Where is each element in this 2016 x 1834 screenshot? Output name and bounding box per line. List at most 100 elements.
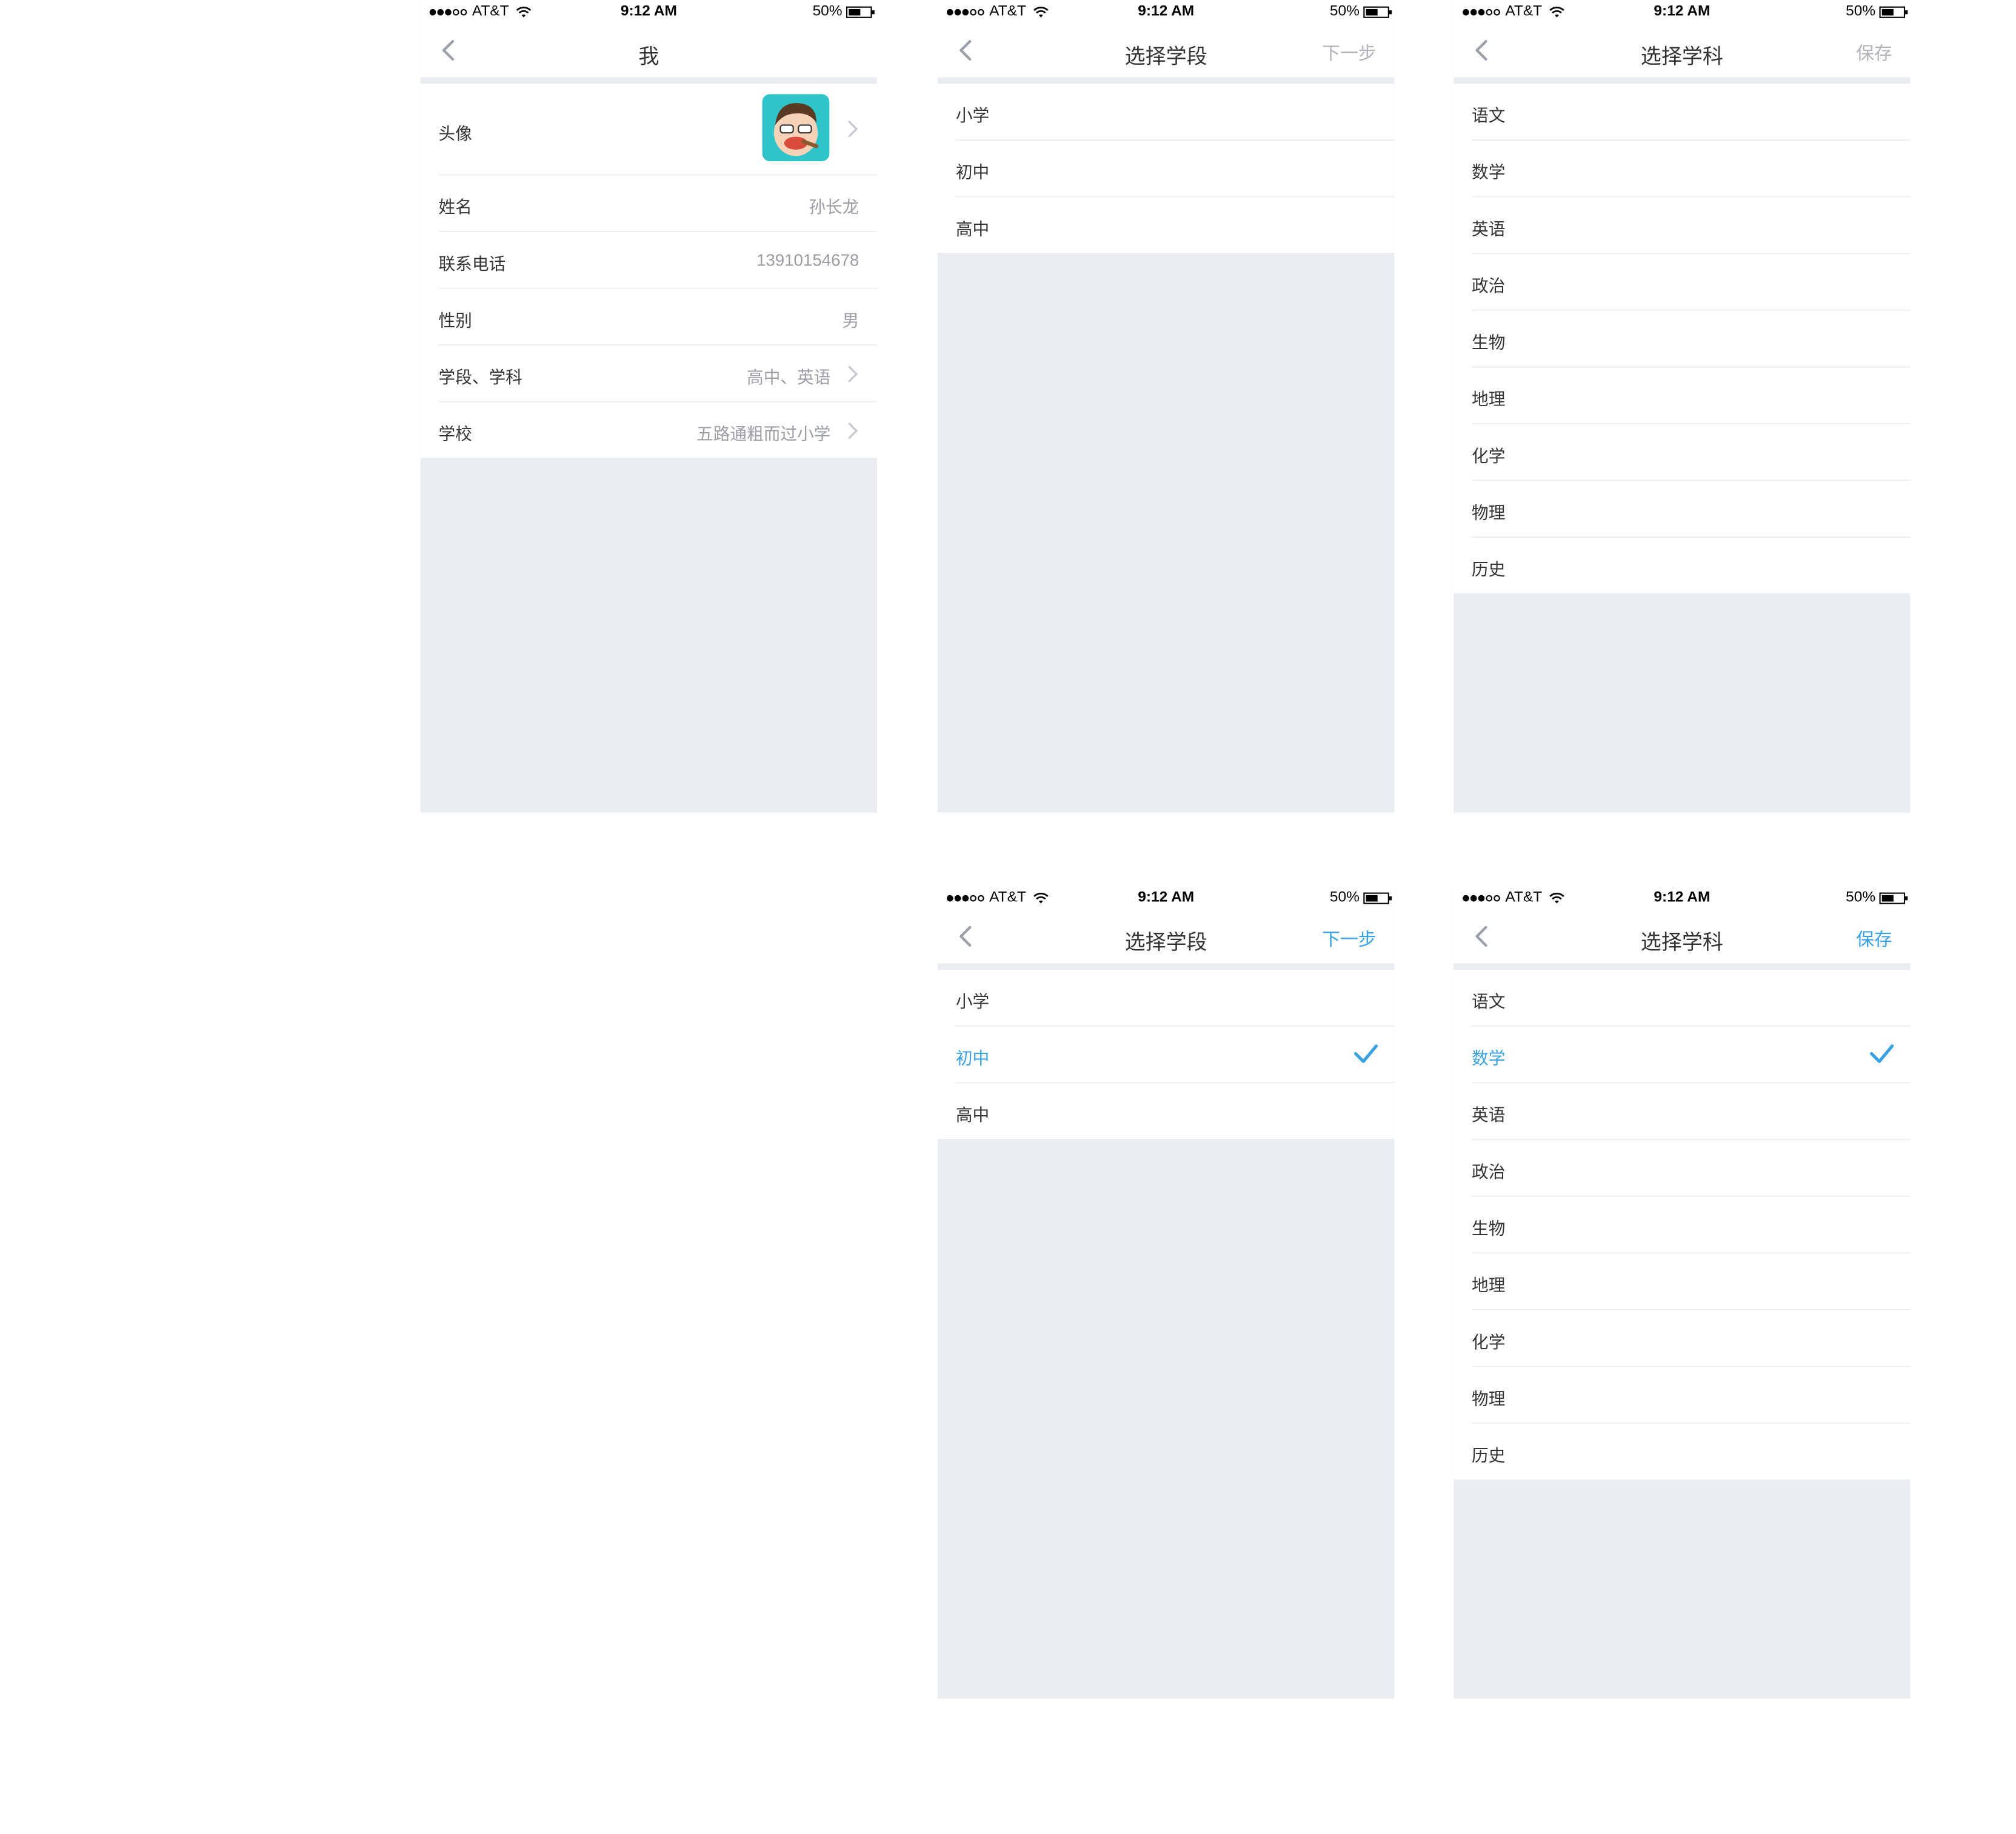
page-title: 我 xyxy=(638,46,659,68)
subject-list: 语文 数学 英语 政治 生物 地理 化学 物理 历史 xyxy=(1454,84,1911,593)
item-label: 语文 xyxy=(1472,105,1506,125)
item-label: 化学 xyxy=(1472,446,1506,466)
list-item[interactable]: 地理 xyxy=(1472,367,1911,425)
status-time: 9:12 AM xyxy=(1654,890,1711,905)
save-button[interactable]: 保存 xyxy=(1856,40,1892,66)
list-item[interactable]: 物理 xyxy=(1472,1367,1911,1424)
row-label: 学校 xyxy=(438,424,472,444)
item-label: 政治 xyxy=(1472,1162,1506,1182)
battery-icon xyxy=(1363,5,1392,18)
list-item[interactable]: 历史 xyxy=(1472,538,1911,593)
gender-value: 男 xyxy=(842,310,859,330)
chevron-right-icon xyxy=(848,365,858,383)
list-item[interactable]: 生物 xyxy=(1472,1197,1911,1254)
nav-bar: 选择学段 下一步 xyxy=(938,25,1395,78)
item-label: 化学 xyxy=(1472,1332,1506,1352)
section-divider xyxy=(1454,963,1911,970)
chevron-right-icon xyxy=(848,422,858,439)
item-label: 生物 xyxy=(1472,1218,1506,1238)
checkmark-icon xyxy=(1870,1044,1894,1063)
list-item[interactable]: 高中 xyxy=(956,198,1395,253)
battery-icon xyxy=(846,5,875,18)
status-time: 9:12 AM xyxy=(1654,4,1711,19)
list-item[interactable]: 数学 xyxy=(1472,141,1911,198)
checkmark-icon xyxy=(1353,1044,1378,1063)
phone-row: 联系电话 13910154678 xyxy=(438,232,878,289)
list-item[interactable]: 化学 xyxy=(1472,424,1911,481)
row-label: 姓名 xyxy=(438,197,472,217)
profile-list: 头像 姓名 孙长龙 联系电话 13910154678 性别 男 学段、学科 高中… xyxy=(420,84,878,458)
next-step-button[interactable]: 下一步 xyxy=(1322,40,1376,66)
section-divider xyxy=(1454,77,1911,84)
item-label: 数学 xyxy=(1472,162,1506,182)
item-label: 历史 xyxy=(1472,559,1506,579)
list-item[interactable]: 高中 xyxy=(956,1084,1395,1139)
stage-list: 小学 初中 高中 xyxy=(938,84,1395,253)
stage-select-screen-selected: AT&T 9:12 AM 50% 选择学段 下一步 小学 初中 高中 xyxy=(938,885,1395,1699)
list-item[interactable]: 政治 xyxy=(1472,1140,1911,1197)
item-label: 英语 xyxy=(1472,219,1506,239)
subject-select-screen: AT&T 9:12 AM 50% 选择学科 保存 语文 数学 英语 政治 生物 … xyxy=(1454,0,1911,813)
list-item-selected[interactable]: 初中 xyxy=(955,1027,1395,1084)
list-item[interactable]: 英语 xyxy=(1472,198,1911,255)
item-label: 小学 xyxy=(955,992,990,1012)
page-title: 选择学科 xyxy=(1640,932,1724,955)
list-item[interactable]: 语文 xyxy=(1472,84,1911,141)
status-bar: AT&T 9:12 AM 50% xyxy=(1454,885,1911,912)
item-label: 地理 xyxy=(1472,389,1506,409)
item-label: 生物 xyxy=(1472,333,1506,352)
list-item[interactable]: 小学 xyxy=(955,970,1395,1027)
battery-percent: 50% xyxy=(1329,4,1360,19)
battery-icon xyxy=(1879,892,1908,904)
nav-bar: 我 xyxy=(420,25,878,78)
save-button[interactable]: 保存 xyxy=(1856,926,1892,952)
list-item[interactable]: 语文 xyxy=(1472,970,1911,1027)
school-row[interactable]: 学校 五路通粗而过小学 xyxy=(439,402,878,458)
nav-bar: 选择学科 保存 xyxy=(1454,25,1911,78)
next-step-button[interactable]: 下一步 xyxy=(1322,926,1376,952)
row-label: 性别 xyxy=(438,310,472,330)
section-divider xyxy=(938,963,1395,970)
avatar-row[interactable]: 头像 xyxy=(438,84,878,176)
item-label: 语文 xyxy=(1472,992,1506,1012)
nav-bar: 选择学段 下一步 xyxy=(938,912,1395,964)
status-time: 9:12 AM xyxy=(1138,890,1195,905)
phone-value: 13910154678 xyxy=(756,250,859,270)
item-label: 政治 xyxy=(1472,276,1506,296)
stage-subject-row[interactable]: 学段、学科 高中、英语 xyxy=(438,345,878,402)
section-divider xyxy=(420,77,878,84)
list-item[interactable]: 初中 xyxy=(955,141,1395,198)
battery-percent: 50% xyxy=(1329,890,1360,905)
status-time: 9:12 AM xyxy=(620,4,677,19)
item-label: 历史 xyxy=(1472,1446,1506,1466)
status-bar: AT&T 9:12 AM 50% xyxy=(420,0,878,26)
name-row: 姓名 孙长龙 xyxy=(438,175,878,233)
item-label: 英语 xyxy=(1472,1105,1506,1125)
item-label: 初中 xyxy=(955,1049,990,1068)
list-item[interactable]: 物理 xyxy=(1472,481,1911,538)
row-label: 头像 xyxy=(438,124,472,144)
list-item[interactable]: 历史 xyxy=(1472,1424,1911,1479)
item-label: 物理 xyxy=(1472,1389,1506,1409)
subject-select-screen-selected: AT&T 9:12 AM 50% 选择学科 保存 语文 数学 英语 政治 生物 … xyxy=(1454,885,1911,1699)
row-label: 学段、学科 xyxy=(438,367,522,387)
list-item[interactable]: 英语 xyxy=(1472,1084,1911,1141)
list-item[interactable]: 地理 xyxy=(1472,1253,1911,1311)
list-item[interactable]: 政治 xyxy=(1472,254,1911,311)
battery-percent: 50% xyxy=(812,4,843,19)
profile-screen: AT&T 9:12 AM 50% 我 头像 姓名 孙长龙 联系电话 139101… xyxy=(420,0,878,813)
chevron-right-icon xyxy=(848,120,858,138)
stage-subject-value: 高中、英语 xyxy=(747,367,831,387)
status-bar: AT&T 9:12 AM 50% xyxy=(938,0,1395,26)
list-item[interactable]: 小学 xyxy=(955,84,1395,141)
avatar-character-icon xyxy=(762,94,830,161)
list-item[interactable]: 生物 xyxy=(1472,311,1911,368)
battery-icon xyxy=(1363,892,1392,904)
list-item[interactable]: 化学 xyxy=(1472,1310,1911,1367)
list-item-selected[interactable]: 数学 xyxy=(1472,1027,1911,1084)
subject-list: 语文 数学 英语 政治 生物 地理 化学 物理 历史 xyxy=(1454,970,1911,1479)
avatar xyxy=(762,94,830,161)
status-time: 9:12 AM xyxy=(1138,4,1195,19)
stage-select-screen: AT&T 9:12 AM 50% 选择学段 下一步 小学 初中 高中 xyxy=(938,0,1395,813)
gender-row: 性别 男 xyxy=(438,289,878,346)
